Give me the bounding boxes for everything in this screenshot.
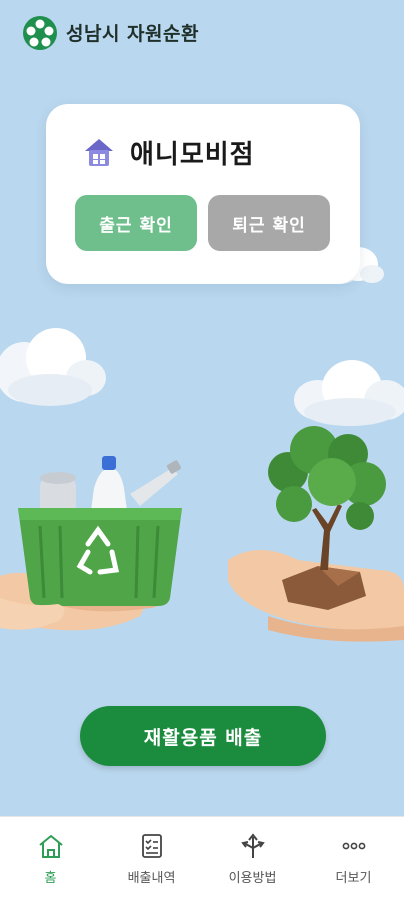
app-title: 성남시 자원순환: [66, 23, 199, 45]
cloud-decoration: [294, 360, 404, 426]
house-icon: [85, 139, 113, 166]
directions-icon: [240, 833, 265, 858]
nav-label-home: 홈: [44, 871, 57, 886]
tree-in-hands-illustration: [228, 426, 404, 642]
nav-item-how-to-use[interactable]: 이용방법: [202, 817, 303, 901]
nav-item-more[interactable]: 더보기: [303, 817, 404, 901]
app-header: 성남시 자원순환: [0, 0, 404, 64]
nav-item-home[interactable]: 홈: [0, 817, 101, 901]
nav-item-disposal-history[interactable]: 배출내역: [101, 817, 202, 901]
bottom-nav: 홈 배출내역 이용방법 더보기: [0, 816, 404, 901]
checklist-icon: [141, 834, 162, 858]
store-name: 애니모비점: [130, 140, 255, 170]
seongnam-city-logo-icon: [23, 16, 57, 50]
more-icon: [342, 842, 365, 850]
cloud-decoration: [0, 328, 106, 406]
nav-label-how-to-use: 이용방법: [228, 871, 277, 886]
nav-label-more: 더보기: [335, 871, 372, 886]
check-in-button[interactable]: 출근 확인: [75, 195, 197, 251]
store-card: 애니모비점 출근 확인 퇴근 확인: [46, 104, 360, 284]
check-out-button[interactable]: 퇴근 확인: [208, 195, 330, 251]
recycling-basket-illustration: [0, 456, 182, 631]
home-icon: [38, 835, 63, 858]
nav-label-disposal-history: 배출내역: [127, 871, 176, 886]
dispose-recyclables-button[interactable]: 재활용품 배출: [80, 706, 326, 766]
